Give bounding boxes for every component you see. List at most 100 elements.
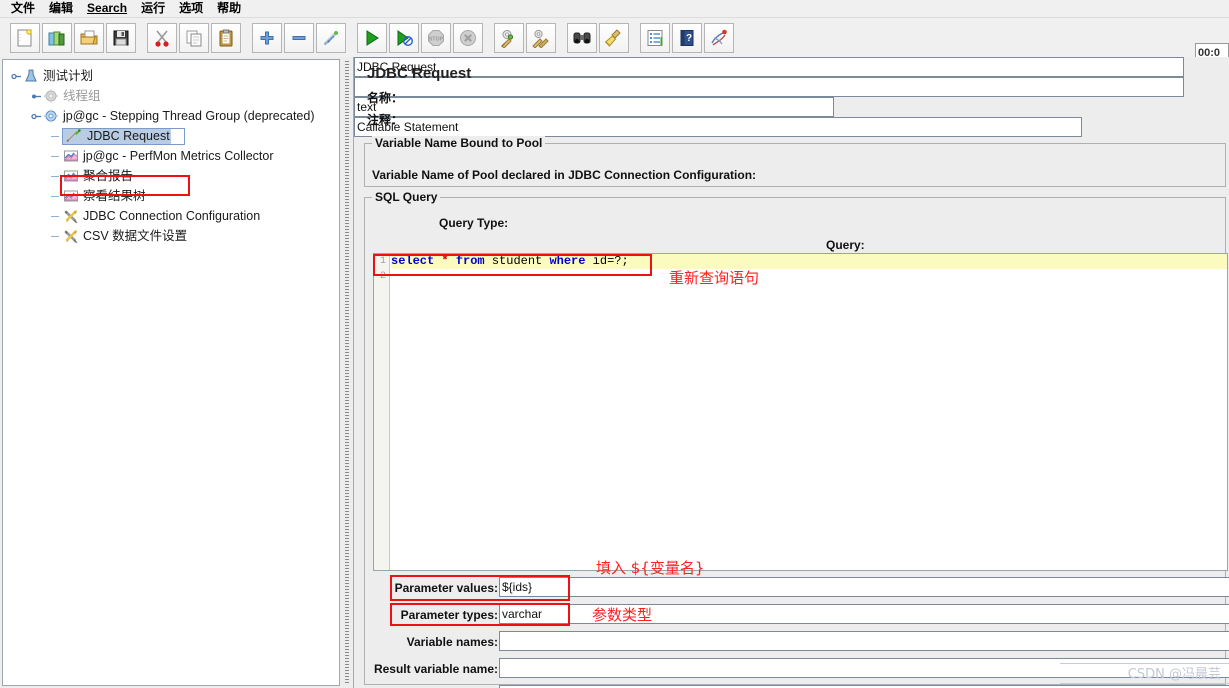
function-helper-list-icon[interactable] bbox=[640, 22, 670, 53]
sql-token: id=?; bbox=[585, 254, 629, 268]
tree-edit-caret[interactable] bbox=[170, 128, 184, 144]
toolbar-search-group bbox=[566, 22, 630, 53]
jmeter-window: 文件 编辑 Search 运行 选项 帮助 STOP ? 00:0 测试计划 线… bbox=[0, 0, 1229, 688]
name-input[interactable]: JDBC Request bbox=[354, 57, 1184, 77]
tree-item-label: JDBC Connection Configuration bbox=[83, 209, 261, 223]
expand-all-plus-icon[interactable] bbox=[252, 22, 282, 53]
sql-token: * bbox=[441, 254, 449, 268]
cut-icon[interactable] bbox=[147, 22, 177, 53]
comment-input[interactable] bbox=[354, 77, 1184, 97]
tree-handle-leaf bbox=[51, 151, 62, 162]
tree-item-test-plan[interactable]: 测试计划 bbox=[3, 66, 339, 86]
sql-query-editor[interactable]: 12 select * from student where id=?; bbox=[373, 253, 1228, 571]
menu-edit[interactable]: 编辑 bbox=[42, 0, 80, 17]
save-icon[interactable] bbox=[106, 22, 136, 53]
tree-selection[interactable]: JDBC Request bbox=[62, 127, 185, 145]
annotation-parameter-type: 参数类型 bbox=[592, 606, 653, 624]
tree-item-label: JDBC Request bbox=[87, 128, 170, 143]
listener-chart-icon bbox=[62, 168, 80, 184]
pool-name-input[interactable]: text bbox=[354, 97, 834, 117]
menu-file[interactable]: 文件 bbox=[4, 0, 42, 17]
svg-text:STOP: STOP bbox=[429, 36, 444, 42]
result-variable-name-field[interactable] bbox=[499, 658, 1229, 678]
new-test-plan-icon[interactable] bbox=[10, 22, 40, 53]
pool-group-legend: Variable Name Bound to Pool bbox=[372, 136, 546, 150]
tree-item-csv-data-set-config[interactable]: CSV 数据文件设置 bbox=[3, 226, 339, 246]
parameter-values-field[interactable]: ${ids} bbox=[499, 577, 1229, 597]
tree-item-label: jp@gc - Stepping Thread Group (deprecate… bbox=[63, 109, 315, 123]
undo-scribble-icon[interactable] bbox=[704, 22, 734, 53]
tree-item-view-results-tree[interactable]: 察看结果树 bbox=[3, 186, 339, 206]
menu-help[interactable]: 帮助 bbox=[210, 0, 248, 17]
page-title: JDBC Request bbox=[367, 65, 472, 82]
comment-row: 注释： bbox=[367, 111, 403, 128]
tree-handle-leaf bbox=[51, 191, 62, 202]
query-label: Query: bbox=[826, 238, 865, 252]
editor-gutter: 12 bbox=[374, 254, 390, 570]
comment-label: 注释： bbox=[367, 113, 404, 127]
tree-handle-expanded[interactable] bbox=[31, 111, 42, 122]
tree-handle-expanded[interactable] bbox=[11, 71, 22, 82]
tree-item-label: CSV 数据文件设置 bbox=[83, 229, 188, 243]
split-pane-divider[interactable] bbox=[342, 57, 352, 688]
start-no-pauses-icon[interactable] bbox=[389, 22, 419, 53]
variable-names-field[interactable] bbox=[499, 631, 1229, 651]
divider-grip bbox=[345, 61, 349, 684]
tree-item-stepping-thread-group[interactable]: jp@gc - Stepping Thread Group (deprecate… bbox=[3, 106, 339, 126]
tree-item-jdbc-connection-configuration[interactable]: JDBC Connection Configuration bbox=[3, 206, 339, 226]
clear-gear-broom-icon[interactable] bbox=[494, 22, 524, 53]
tree-item-aggregate-report[interactable]: 聚合报告 bbox=[3, 166, 339, 186]
collapse-all-minus-icon[interactable] bbox=[284, 22, 314, 53]
toggle-pencil-icon[interactable] bbox=[316, 22, 346, 53]
menu-search[interactable]: Search bbox=[80, 0, 134, 17]
query-type-select[interactable]: Callable Statement bbox=[354, 117, 1082, 137]
tree-item-label: 察看结果树 bbox=[83, 189, 146, 203]
help-book-icon[interactable]: ? bbox=[672, 22, 702, 53]
stop-icon[interactable]: STOP bbox=[421, 22, 451, 53]
menu-run[interactable]: 运行 bbox=[134, 0, 172, 17]
tree-item-label: 线程组 bbox=[63, 89, 101, 103]
copy-icon[interactable] bbox=[179, 22, 209, 53]
shutdown-icon[interactable] bbox=[453, 22, 483, 53]
tree-handle-leaf bbox=[51, 131, 62, 142]
tree-item-thread-group[interactable]: 线程组 bbox=[3, 86, 339, 106]
listener-chart-icon bbox=[62, 188, 80, 204]
test-plan-tree-panel[interactable]: 测试计划线程组 jp@gc - Stepping Thread Group (de… bbox=[2, 59, 340, 686]
menu-bar: 文件 编辑 Search 运行 选项 帮助 bbox=[0, 0, 1229, 17]
query-type-label: Query Type: bbox=[439, 216, 509, 230]
parameter-types-field-label: Parameter types: bbox=[400, 608, 498, 622]
toolbar-run-group: STOP bbox=[356, 22, 484, 53]
test-plan-icon bbox=[22, 68, 40, 84]
tree-handle-leaf bbox=[51, 171, 62, 182]
watermark-line-bottom bbox=[1060, 683, 1229, 684]
paste-icon[interactable] bbox=[211, 22, 241, 53]
toolbar-file-group bbox=[0, 22, 137, 53]
tree-handle-collapsed[interactable] bbox=[31, 91, 42, 102]
toolbar-tree-group bbox=[251, 22, 347, 53]
sql-line-1: select * from student where id=?; bbox=[391, 254, 1227, 269]
start-play-icon[interactable] bbox=[357, 22, 387, 53]
annotation-rewrite-query: 重新查询语句 bbox=[669, 269, 760, 287]
reset-search-broom-icon[interactable] bbox=[599, 22, 629, 53]
config-wrench-icon bbox=[62, 228, 80, 244]
config-wrench-icon bbox=[62, 208, 80, 224]
thread-group-icon bbox=[42, 88, 60, 104]
templates-icon[interactable] bbox=[42, 22, 72, 53]
binoculars-search-icon[interactable] bbox=[567, 22, 597, 53]
stepping-thread-group-icon bbox=[42, 108, 60, 124]
svg-text:?: ? bbox=[686, 33, 692, 44]
toolbar-help-group: ? bbox=[639, 22, 735, 53]
pool-label: Variable Name of Pool declared in JDBC C… bbox=[372, 168, 757, 182]
sql-group-legend: SQL Query bbox=[372, 190, 441, 204]
variable-names-field-label: Variable names: bbox=[406, 635, 498, 649]
open-folder-icon[interactable] bbox=[74, 22, 104, 53]
tree-item-perfmon-metrics-collector[interactable]: jp@gc - PerfMon Metrics Collector bbox=[3, 146, 339, 166]
menu-options[interactable]: 选项 bbox=[172, 0, 210, 17]
sql-token: where bbox=[549, 254, 586, 268]
tree-handle-leaf bbox=[51, 211, 62, 222]
tree-item-jdbc-request[interactable]: JDBC Request bbox=[3, 126, 339, 146]
parameter-values-field-label: Parameter values: bbox=[394, 581, 498, 595]
toolbar-edit-group bbox=[146, 22, 242, 53]
clear-all-broom-icon[interactable] bbox=[526, 22, 556, 53]
